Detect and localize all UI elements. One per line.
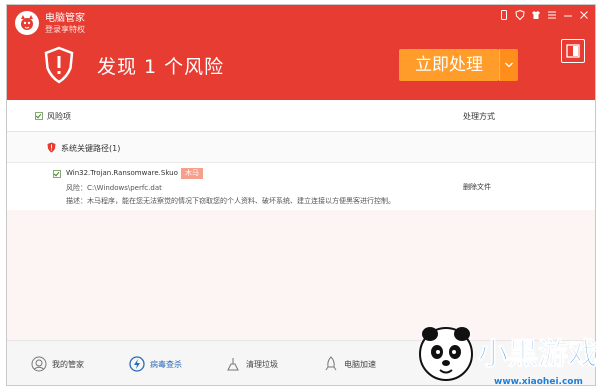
menu-icon[interactable] [547, 10, 557, 20]
manager-icon [31, 356, 47, 372]
column-risk-item: 风险项 [47, 112, 71, 121]
nav-speed-up[interactable]: 电脑加速 [323, 356, 376, 372]
red-shield-icon [47, 142, 56, 155]
shield-small-icon[interactable] [515, 9, 525, 21]
virus-scan-icon [129, 356, 145, 372]
warning-shield-icon [43, 46, 75, 88]
delete-file-action[interactable]: 删除文件 [463, 182, 491, 192]
item-checkbox[interactable] [53, 170, 61, 178]
nav-clean-junk[interactable]: 清理垃圾 [225, 356, 278, 372]
nav-label: 我的管家 [52, 359, 84, 369]
chevron-down-icon[interactable] [499, 49, 518, 81]
header-bar: 电脑管家 登录享特权 发现 1 个风险 立即处理 [7, 5, 595, 100]
risk-path: 风险：C:\Windows\perfc.dat [66, 184, 162, 192]
sidebar-toggle-icon[interactable] [561, 39, 585, 63]
login-link[interactable]: 登录享特权 [45, 24, 85, 35]
rocket-icon [325, 356, 337, 371]
select-all-checkbox[interactable] [35, 112, 43, 120]
broom-icon [227, 358, 239, 371]
watermark-url: www.xiaohei.com [494, 377, 583, 387]
nav-my-manager[interactable]: 我的管家 [31, 356, 84, 372]
nav-label: 电脑加速 [344, 359, 376, 369]
close-icon[interactable] [579, 10, 589, 20]
empty-area [7, 210, 595, 340]
watermark-logo: 小黑游戏 www.xiaohei.com [408, 322, 599, 388]
phone-icon[interactable] [499, 10, 509, 20]
threat-description: 描述：木马程序，能在您无法察觉的情况下窃取您的个人资料、破坏系统、建立连接以方便… [66, 197, 395, 205]
watermark-brand: 小黑游戏 [478, 337, 598, 372]
page-headline: 发现 1 个风险 [97, 56, 225, 78]
trojan-badge: 木马 [181, 168, 203, 179]
app-logo-icon [15, 11, 39, 35]
category-row[interactable]: 系统关键路径(1) [7, 132, 595, 163]
window-controls [499, 9, 589, 21]
app-title: 电脑管家 [45, 13, 85, 24]
nav-label: 清理垃圾 [246, 359, 278, 369]
nav-virus-scan[interactable]: 病毒查杀 [129, 356, 182, 372]
column-handling: 处理方式 [463, 112, 495, 121]
threat-name: Win32.Trojan.Ransomware.Skuo [66, 169, 178, 177]
handle-now-button[interactable]: 立即处理 [399, 49, 499, 81]
category-label: 系统关键路径(1) [61, 144, 121, 153]
minimize-icon[interactable] [563, 10, 573, 20]
table-header: 风险项 处理方式 [7, 100, 595, 132]
shirt-icon[interactable] [531, 10, 541, 20]
nav-label: 病毒查杀 [150, 359, 182, 369]
list-item: Win32.Trojan.Ransomware.Skuo 木马 删除文件 风险：… [7, 163, 595, 209]
